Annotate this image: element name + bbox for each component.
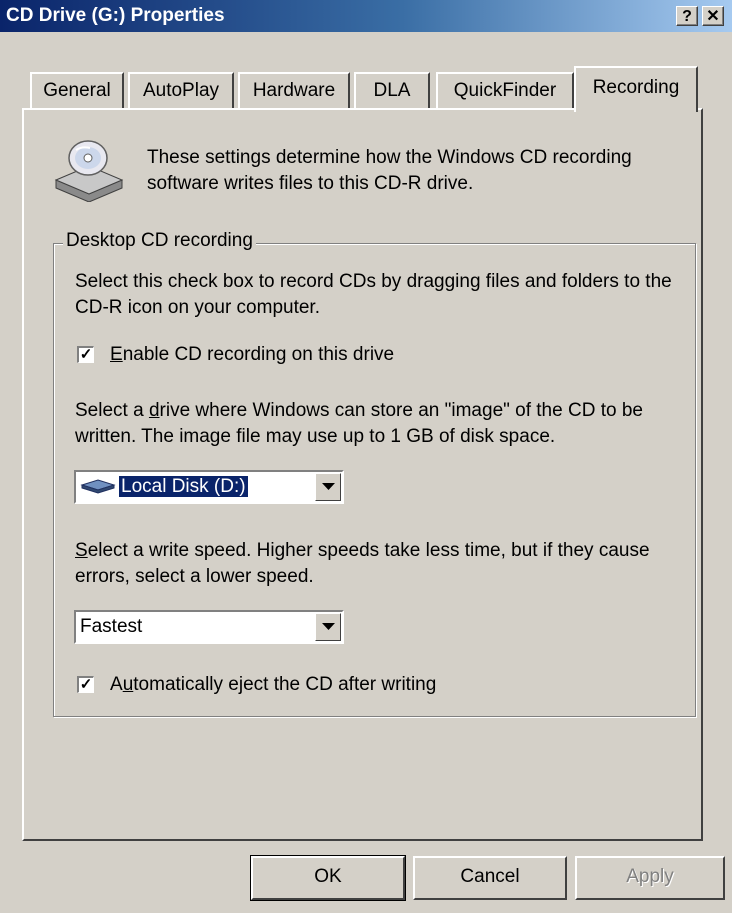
auto-eject-checkbox[interactable]: ✓ [77, 676, 94, 693]
image-drive-select[interactable]: Local Disk (D:) [74, 470, 344, 504]
help-icon: ? [682, 8, 692, 25]
checkmark-icon: ✓ [79, 676, 93, 693]
text-part: Select a [75, 400, 149, 421]
text-part: elect a write speed. Higher speeds take … [75, 540, 650, 587]
accel-key: E [110, 344, 123, 365]
chevron-down-icon [322, 623, 335, 630]
checkmark-icon: ✓ [79, 346, 93, 363]
drive-description: Select a drive where Windows can store a… [75, 398, 695, 450]
tab-label: Hardware [252, 80, 336, 101]
button-label: Cancel [460, 866, 520, 887]
tab-recording[interactable]: Recording [574, 66, 698, 112]
local-disk-icon [80, 479, 116, 494]
write-speed-select[interactable]: Fastest [74, 610, 344, 644]
close-button[interactable]: ✕ [702, 6, 724, 26]
window-title: CD Drive (G:) Properties [6, 5, 225, 26]
accel-key: S [75, 540, 88, 561]
title-bar[interactable]: CD Drive (G:) Properties ? ✕ [0, 0, 732, 32]
button-label: OK [314, 866, 342, 887]
auto-eject-label[interactable]: Automatically eject the CD after writing [110, 672, 436, 698]
select-value: Fastest [80, 616, 143, 637]
tab-label: QuickFinder [453, 80, 557, 101]
help-button[interactable]: ? [676, 6, 698, 26]
apply-button[interactable]: Apply [575, 856, 725, 900]
recording-description: Select this check box to record CDs by d… [75, 271, 672, 318]
label-text: tomatically eject the CD after writing [133, 674, 437, 695]
selected-drive: Local Disk (D:) [118, 475, 249, 498]
tab-label: General [43, 80, 111, 101]
tab-general[interactable]: General [30, 72, 124, 110]
speed-description: Select a write speed. Higher speeds take… [75, 538, 695, 590]
accel-key: u [122, 674, 134, 695]
text-part: rive where Windows can store an "image" … [75, 400, 643, 447]
close-icon: ✕ [706, 8, 720, 25]
button-label: Apply [626, 866, 674, 887]
accel-key: d [148, 400, 160, 421]
tab-quickfinder[interactable]: QuickFinder [436, 72, 574, 110]
properties-window: CD Drive (G:) Properties ? ✕ General Aut… [0, 0, 732, 913]
group-label: Desktop CD recording [63, 230, 256, 252]
tab-label: DLA [373, 80, 411, 101]
cancel-button[interactable]: Cancel [413, 856, 567, 900]
tab-label: Recording [592, 77, 680, 98]
enable-recording-label[interactable]: Enable CD recording on this drive [110, 342, 394, 368]
tab-dla[interactable]: DLA [354, 72, 430, 110]
chevron-down-icon [322, 483, 335, 490]
label-text: A [110, 674, 123, 695]
cd-drive-icon [52, 136, 126, 207]
enable-recording-checkbox[interactable]: ✓ [77, 346, 94, 363]
tab-hardware[interactable]: Hardware [238, 72, 350, 110]
dropdown-button[interactable] [315, 473, 341, 501]
select-value: Local Disk (D:) [80, 475, 249, 499]
ok-button[interactable]: OK [250, 855, 406, 901]
dropdown-button[interactable] [315, 613, 341, 641]
tab-label: AutoPlay [142, 80, 220, 101]
tab-autoplay[interactable]: AutoPlay [128, 72, 234, 110]
label-text: nable CD recording on this drive [122, 344, 395, 365]
intro-text: These settings determine how the Windows… [147, 147, 632, 194]
